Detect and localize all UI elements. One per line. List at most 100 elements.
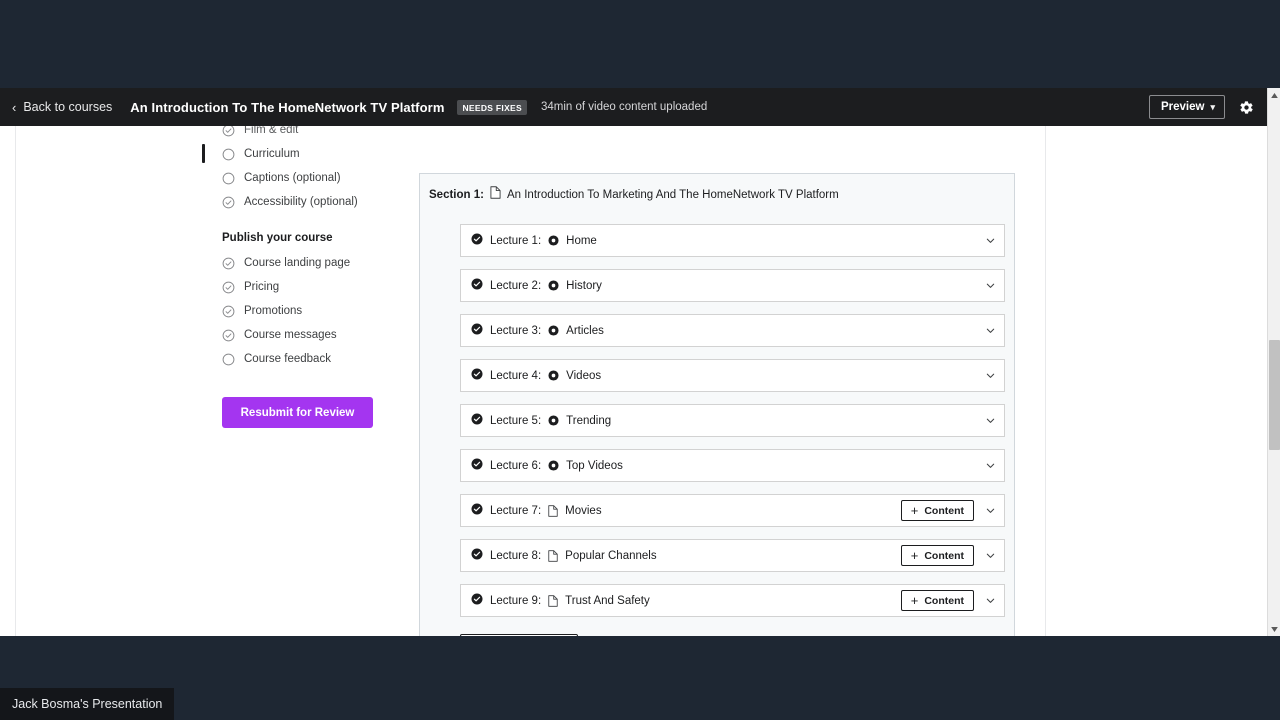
plus-icon: + xyxy=(910,548,919,563)
expand-lecture-button[interactable] xyxy=(985,235,996,246)
expand-lecture-button[interactable] xyxy=(985,370,996,381)
sidebar-item-label: Film & edit xyxy=(244,126,299,136)
check-filled-icon xyxy=(471,412,483,430)
sidebar-item-label: Promotions xyxy=(244,305,303,317)
check-filled-icon xyxy=(471,232,483,250)
page-scrollbar[interactable] xyxy=(1267,88,1280,636)
preview-label: Preview xyxy=(1160,101,1205,113)
lecture-row[interactable]: Lecture 3: Articles xyxy=(460,314,1005,347)
check-filled-icon xyxy=(471,502,483,520)
check-circle-icon xyxy=(222,126,235,137)
back-to-courses-label: Back to courses xyxy=(23,100,113,114)
check-filled-icon xyxy=(471,277,483,295)
check-filled-icon xyxy=(471,457,483,475)
taskbar-window-tooltip[interactable]: Jack Bosma's Presentation xyxy=(0,688,175,720)
active-indicator xyxy=(202,144,205,163)
check-circle-icon xyxy=(222,329,235,342)
chevron-down-icon xyxy=(986,328,995,333)
settings-button[interactable] xyxy=(1239,100,1254,115)
check-filled-icon xyxy=(471,592,483,610)
sidebar-item-label: Curriculum xyxy=(244,148,300,160)
lecture-title: Videos xyxy=(566,369,602,382)
course-title: An Introduction To The HomeNetwork TV Pl… xyxy=(130,99,445,115)
empty-circle-icon xyxy=(222,353,235,366)
lecture-row[interactable]: Lecture 1: Home xyxy=(460,224,1005,257)
chevron-down-icon xyxy=(986,373,995,378)
desktop-background-top xyxy=(0,0,1280,88)
lecture-row[interactable]: Lecture 4: Videos xyxy=(460,359,1005,392)
sidebar-item-label: Course feedback xyxy=(244,353,331,365)
scroll-down-button[interactable] xyxy=(1268,622,1280,636)
curriculum-main-panel: Section 1: An Introduction To Marketing … xyxy=(419,126,1015,636)
scrollbar-thumb[interactable] xyxy=(1269,340,1280,450)
sidebar-item-course-landing-page[interactable]: Course landing page xyxy=(222,251,382,275)
lecture-row[interactable]: Lecture 2: History xyxy=(460,269,1005,302)
lecture-label: Lecture 5: xyxy=(490,414,542,427)
lecture-title: Top Videos xyxy=(566,459,623,472)
lecture-row[interactable]: Lecture 6: Top Videos xyxy=(460,449,1005,482)
add-content-button[interactable]: + Content xyxy=(900,590,974,611)
sidebar-item-captions[interactable]: Captions (optional) xyxy=(222,166,382,190)
expand-lecture-button[interactable] xyxy=(985,595,996,606)
lecture-label: Lecture 3: xyxy=(490,324,542,337)
preview-button[interactable]: Preview ▾ xyxy=(1148,95,1225,119)
publish-group-title: Publish your course xyxy=(222,232,333,244)
sidebar-item-film-and-edit[interactable]: Film & edit xyxy=(222,126,382,142)
sidebar-item-label: Accessibility (optional) xyxy=(244,196,358,208)
lecture-row[interactable]: Lecture 7: Movies + Content xyxy=(460,494,1005,527)
video-icon xyxy=(548,460,559,471)
lecture-title: Trending xyxy=(566,414,612,427)
sidebar-item-label: Captions (optional) xyxy=(244,172,341,184)
video-icon xyxy=(548,325,559,336)
plus-icon: + xyxy=(910,503,919,518)
section-label: Section 1: xyxy=(429,189,484,201)
section-title: An Introduction To Marketing And The Hom… xyxy=(506,189,839,201)
sidebar-item-course-feedback[interactable]: Course feedback xyxy=(222,347,382,371)
add-content-button[interactable]: + Content xyxy=(900,545,974,566)
video-icon xyxy=(548,370,559,381)
sidebar-item-course-messages[interactable]: Course messages xyxy=(222,323,382,347)
check-circle-icon xyxy=(222,281,235,294)
section-header: Section 1: An Introduction To Marketing … xyxy=(420,174,1014,204)
lecture-title: History xyxy=(566,279,602,292)
chevron-down-icon xyxy=(986,598,995,603)
expand-lecture-button[interactable] xyxy=(985,325,996,336)
page-body: Film & edit Curriculum Captions (optiona… xyxy=(0,126,1268,636)
check-filled-icon xyxy=(471,547,483,565)
expand-lecture-button[interactable] xyxy=(985,460,996,471)
sidebar-item-label: Course landing page xyxy=(244,257,351,269)
lecture-row[interactable]: Lecture 9: Trust And Safety + Content xyxy=(460,584,1005,617)
lecture-row[interactable]: Lecture 5: Trending xyxy=(460,404,1005,437)
video-icon xyxy=(548,415,559,426)
lecture-label: Lecture 6: xyxy=(490,459,542,472)
check-circle-icon xyxy=(222,257,235,270)
expand-lecture-button[interactable] xyxy=(985,550,996,561)
course-header-bar: ‹ Back to courses An Introduction To The… xyxy=(0,88,1268,126)
empty-circle-icon xyxy=(222,148,235,161)
resubmit-for-review-button[interactable]: Resubmit for Review xyxy=(222,397,373,428)
scroll-up-button[interactable] xyxy=(1268,88,1280,102)
sidebar-item-accessibility[interactable]: Accessibility (optional) xyxy=(222,190,382,214)
lecture-row[interactable]: Lecture 8: Popular Channels + Content xyxy=(460,539,1005,572)
add-content-button[interactable]: + Content xyxy=(900,500,974,521)
chevron-down-icon xyxy=(986,238,995,243)
sidebar-item-promotions[interactable]: Promotions xyxy=(222,299,382,323)
sidebar-item-curriculum[interactable]: Curriculum xyxy=(202,142,382,166)
chevron-down-icon xyxy=(986,418,995,423)
expand-lecture-button[interactable] xyxy=(985,280,996,291)
document-icon xyxy=(548,594,558,607)
triangle-down-icon xyxy=(1271,626,1278,632)
chevron-left-icon: ‹ xyxy=(12,99,17,115)
lecture-title: Home xyxy=(566,234,597,247)
back-to-courses-link[interactable]: ‹ Back to courses xyxy=(12,100,112,114)
check-filled-icon xyxy=(471,367,483,385)
section-card: Section 1: An Introduction To Marketing … xyxy=(419,173,1015,636)
add-curriculum-item-button[interactable]: + Curriculum item xyxy=(460,634,578,636)
expand-lecture-button[interactable] xyxy=(985,505,996,516)
expand-lecture-button[interactable] xyxy=(985,415,996,426)
lecture-title: Popular Channels xyxy=(565,549,657,562)
sidebar-item-pricing[interactable]: Pricing xyxy=(222,275,382,299)
lecture-label: Lecture 2: xyxy=(490,279,542,292)
status-badge: NEEDS FIXES xyxy=(457,99,527,115)
check-filled-icon xyxy=(471,322,483,340)
